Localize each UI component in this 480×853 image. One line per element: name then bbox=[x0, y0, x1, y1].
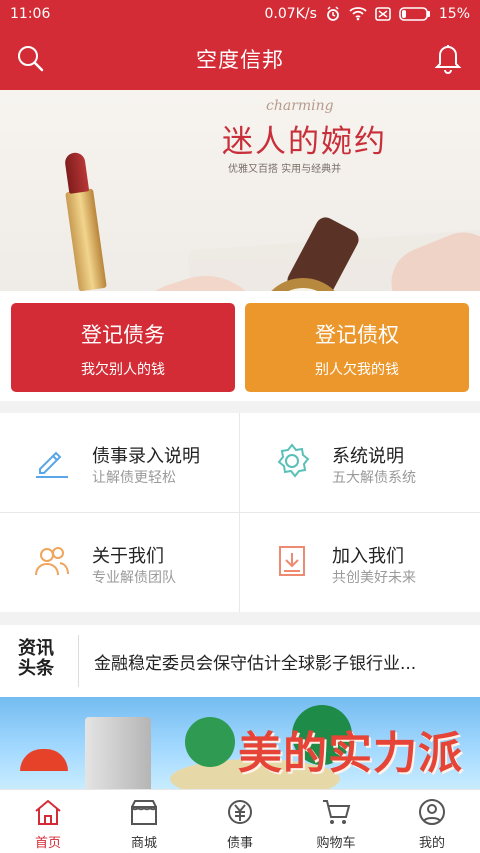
news-headline[interactable]: 金融稳定委员会保守估计全球影子银行业... bbox=[94, 649, 416, 674]
tab-cart[interactable]: 购物车 bbox=[288, 790, 384, 853]
banner-headline: 迷人的婉约 bbox=[222, 124, 387, 160]
register-credit-button[interactable]: 登记债权 别人欠我的钱 bbox=[245, 303, 469, 392]
profile-icon bbox=[384, 797, 480, 827]
news-divider bbox=[78, 635, 79, 687]
register-debt-button[interactable]: 登记债务 我欠别人的钱 bbox=[11, 303, 235, 392]
grid-item-system-guide[interactable]: 系统说明 五大解债系统 bbox=[240, 413, 479, 511]
grid-item-title: 关于我们 bbox=[92, 546, 164, 567]
shop-icon bbox=[96, 797, 192, 827]
lipstick-image bbox=[65, 188, 107, 291]
gear-icon bbox=[272, 441, 312, 481]
ad-umbrella-image bbox=[20, 749, 68, 771]
alarm-icon bbox=[325, 6, 341, 22]
quick-actions: 登记债务 我欠别人的钱 登记债权 别人欠我的钱 bbox=[0, 291, 480, 401]
tab-label: 债事 bbox=[226, 836, 253, 851]
tab-debt[interactable]: 债事 bbox=[192, 790, 288, 853]
home-icon bbox=[0, 797, 96, 827]
register-debt-label: 登记债务 bbox=[81, 323, 165, 347]
sim-off-icon bbox=[375, 7, 391, 21]
grid-item-desc: 专业解债团队 bbox=[92, 570, 176, 586]
team-icon bbox=[32, 541, 72, 581]
cart-icon bbox=[288, 797, 384, 827]
app-title: 空度信邦 bbox=[196, 48, 284, 72]
feature-grid: 债事录入说明 让解债更轻松 系统说明 五大解债系统 关于我们 专业解债团队 加入… bbox=[0, 413, 480, 612]
battery-percent: 15% bbox=[438, 6, 470, 22]
ad-tree bbox=[185, 717, 235, 767]
news-ticker[interactable]: 资讯 头条 金融稳定委员会保守估计全球影子银行业... bbox=[0, 625, 480, 697]
tab-label: 我的 bbox=[418, 836, 445, 851]
tab-label: 商城 bbox=[130, 836, 157, 851]
edit-icon bbox=[32, 441, 72, 481]
grid-item-about-us[interactable]: 关于我们 专业解债团队 bbox=[0, 513, 239, 611]
bottom-tab-bar: 首页 商城 债事 购物车 我的 bbox=[0, 789, 480, 853]
grid-item-desc: 五大解债系统 bbox=[332, 470, 416, 486]
grid-item-entry-guide[interactable]: 债事录入说明 让解债更轻松 bbox=[0, 413, 239, 511]
ad-banner[interactable]: 美的实力派 bbox=[0, 697, 480, 789]
tab-label: 首页 bbox=[34, 836, 61, 851]
network-speed: 0.07K/s bbox=[264, 6, 317, 22]
register-debt-sublabel: 我欠别人的钱 bbox=[81, 362, 165, 378]
status-bar: 11:06 0.07K/s 15% bbox=[0, 0, 480, 28]
grid-item-title: 系统说明 bbox=[332, 446, 404, 467]
grid-item-join-us[interactable]: 加入我们 共创美好未来 bbox=[240, 513, 479, 611]
battery-icon bbox=[399, 7, 431, 21]
tab-label: 购物车 bbox=[316, 836, 356, 851]
banner-tagline: 优雅又百搭 实用与经典并 bbox=[228, 164, 342, 175]
ad-slogan: 美的实力派 bbox=[238, 728, 463, 779]
grid-item-desc: 让解债更轻松 bbox=[92, 470, 176, 486]
status-time: 11:06 bbox=[10, 6, 51, 22]
ad-fridge-image bbox=[85, 717, 151, 789]
bell-icon[interactable] bbox=[434, 42, 462, 78]
wifi-icon bbox=[349, 7, 367, 21]
status-right: 0.07K/s 15% bbox=[265, 6, 471, 22]
news-logo-line2: 头条 bbox=[18, 658, 54, 679]
register-credit-sublabel: 别人欠我的钱 bbox=[315, 362, 399, 378]
news-logo-line1: 资讯 bbox=[18, 638, 54, 659]
tab-profile[interactable]: 我的 bbox=[384, 790, 480, 853]
tab-shop[interactable]: 商城 bbox=[96, 790, 192, 853]
grid-item-desc: 共创美好未来 bbox=[332, 570, 416, 586]
news-logo: 资讯 头条 bbox=[18, 639, 62, 679]
search-icon[interactable] bbox=[16, 44, 44, 76]
tab-home[interactable]: 首页 bbox=[0, 790, 96, 853]
grid-item-title: 加入我们 bbox=[332, 546, 404, 567]
promo-banner[interactable]: charming 迷人的婉约 优雅又百搭 实用与经典并 bbox=[0, 90, 480, 291]
grid-item-title: 债事录入说明 bbox=[92, 446, 200, 467]
app-bar: 空度信邦 bbox=[0, 28, 480, 90]
debt-icon bbox=[192, 797, 288, 827]
join-icon bbox=[272, 541, 312, 581]
register-credit-label: 登记债权 bbox=[315, 323, 399, 347]
banner-script: charming bbox=[266, 98, 334, 114]
